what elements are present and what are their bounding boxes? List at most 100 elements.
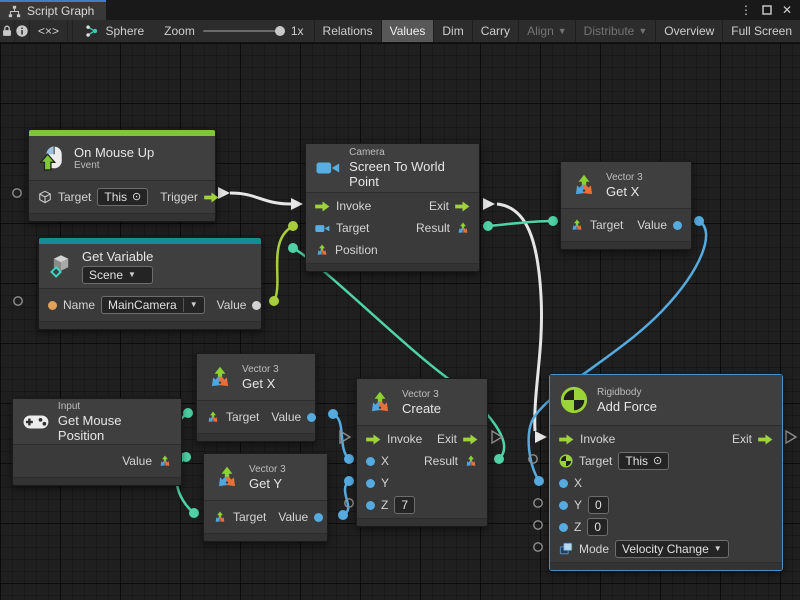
float-port-dot[interactable] [307, 413, 316, 422]
port-addforce-invoke-connector[interactable] [535, 431, 547, 443]
distribute-dropdown[interactable]: Distribute ▼ [575, 20, 656, 42]
float-port-dot[interactable] [314, 513, 323, 522]
dim-button[interactable]: Dim [433, 20, 471, 42]
lock-button[interactable] [0, 20, 15, 42]
wire-getx-to-create-x [333, 414, 349, 459]
align-dropdown[interactable]: Align ▼ [518, 20, 575, 42]
target-object-field[interactable]: This ⊙ [618, 452, 669, 470]
port-stwp-invoke-connector[interactable] [291, 198, 303, 210]
tab-script-graph[interactable]: Script Graph [0, 0, 106, 20]
port-getx-value-connector[interactable] [328, 409, 338, 419]
node-get-y[interactable]: Vector 3 Get Y Target Value [203, 453, 328, 542]
mode-port-label: Mode [579, 542, 609, 556]
port-gety-target-connector[interactable] [189, 508, 199, 518]
maximize-icon[interactable] [762, 5, 772, 15]
variable-scope-dropdown[interactable]: Scene ▼ [82, 266, 153, 284]
port-create-x-connector[interactable] [344, 454, 354, 464]
target-object-field[interactable]: This ⊙ [97, 188, 148, 206]
float-port-dot[interactable] [673, 221, 682, 230]
y-port-label: Y [381, 476, 389, 490]
y-port-label: Y [574, 498, 582, 512]
port-stwp-exit-connector[interactable] [483, 198, 495, 210]
port-getx-top-value-connector[interactable] [694, 216, 704, 226]
port-gety-value-connector[interactable] [338, 510, 348, 520]
invoke-port-label: Invoke [336, 199, 371, 213]
camera-port-icon [315, 223, 330, 234]
graph-selector[interactable]: Sphere [73, 20, 154, 42]
full-screen-button[interactable]: Full Screen [722, 20, 800, 42]
graph-canvas[interactable]: On Mouse Up Event Target This ⊙ Trigger [0, 43, 800, 600]
node-get-x-top[interactable]: Vector 3 Get X Target Value [560, 161, 692, 250]
port-addforce-exit-empty[interactable] [786, 431, 796, 443]
close-icon[interactable]: ✕ [782, 4, 792, 16]
z-value-field[interactable]: 0 [587, 518, 608, 536]
node-create[interactable]: Vector 3 Create Invoke Exit X Result [356, 378, 488, 527]
flow-arrow-icon [559, 434, 574, 445]
node-graph-icon [85, 24, 99, 38]
target-port-label: Target [233, 510, 266, 524]
float-port-dot[interactable] [559, 501, 568, 510]
values-button[interactable]: Values [381, 20, 434, 42]
port-addforce-y-empty[interactable] [534, 499, 542, 507]
node-get-variable[interactable]: Get Variable Scene ▼ Name MainCamera ▼ V… [38, 237, 262, 330]
string-port-dot[interactable] [48, 301, 57, 310]
graph-toolbar: <×> Sphere Zoom 1x Relations Values Dim … [0, 20, 800, 43]
unity-visual-scripting-window: Script Graph ⋮ ✕ <×> Sphere Zoom 1x [0, 0, 800, 600]
float-port-dot[interactable] [559, 479, 568, 488]
x-port-label: X [574, 476, 582, 490]
node-on-mouse-up[interactable]: On Mouse Up Event Target This ⊙ Trigger [28, 129, 216, 222]
node-get-x[interactable]: Vector 3 Get X Target Value [196, 353, 316, 442]
float-port-dot[interactable] [366, 457, 375, 466]
port-mouse-value-connector[interactable] [181, 452, 191, 462]
target-port-label: Target [579, 454, 612, 468]
port-stwp-result-connector[interactable] [483, 221, 493, 231]
float-port-dot[interactable] [366, 479, 375, 488]
overview-button[interactable]: Overview [655, 20, 722, 42]
value-port-label: Value [637, 218, 667, 232]
target-port-label: Target [336, 221, 369, 235]
zoom-group: Zoom 1x [154, 20, 313, 42]
float-port-dot[interactable] [559, 523, 568, 532]
flow-arrow-icon [315, 201, 330, 212]
position-port-label: Position [335, 243, 378, 257]
y-value-field[interactable]: 0 [588, 496, 609, 514]
target-port-label: Target [58, 190, 91, 204]
node-screen-to-world-point[interactable]: Camera Screen To World Point Invoke Exit… [305, 143, 480, 272]
object-port-dot[interactable] [252, 301, 261, 310]
node-get-mouse-position[interactable]: Input Get Mouse Position Value [12, 398, 182, 486]
port-getx-target-connector[interactable] [183, 408, 193, 418]
menu-icon[interactable]: ⋮ [740, 4, 752, 16]
port-onmouseup-target-empty[interactable] [13, 189, 21, 197]
port-addforce-mode-empty[interactable] [534, 543, 542, 551]
port-trigger-out-connector[interactable] [218, 187, 230, 199]
object-picker-icon[interactable]: ⊙ [653, 454, 662, 468]
relations-button[interactable]: Relations [314, 20, 381, 42]
port-stwp-target-connector[interactable] [288, 221, 298, 231]
port-create-y-connector[interactable] [344, 476, 354, 486]
z-value-field[interactable]: 7 [394, 496, 415, 514]
node-title: Get Y [249, 476, 286, 491]
wire-result-to-getx-top [488, 221, 553, 226]
flow-arrow-icon [463, 434, 478, 445]
float-port-dot[interactable] [366, 501, 375, 510]
object-picker-icon[interactable]: ⊙ [132, 190, 141, 204]
vector3-port-icon [315, 243, 329, 257]
port-addforce-x-connector[interactable] [534, 476, 544, 486]
port-getx-top-target-connector[interactable] [548, 216, 558, 226]
unity-variable-icon [49, 254, 73, 278]
carry-button[interactable]: Carry [472, 20, 518, 42]
variable-name-dropdown[interactable]: MainCamera ▼ [101, 296, 205, 314]
port-stwp-position-connector[interactable] [288, 243, 298, 253]
vector3-icon [367, 389, 393, 415]
zoom-slider[interactable] [203, 30, 283, 32]
code-view-button[interactable]: <×> [30, 20, 68, 42]
port-getvariable-name-empty[interactable] [14, 297, 22, 305]
node-add-force[interactable]: Rigidbody Add Force Invoke Exit Target T… [549, 374, 783, 571]
port-create-result-connector[interactable] [494, 454, 504, 464]
port-addforce-z-empty[interactable] [534, 521, 542, 529]
zoom-slider-knob[interactable] [275, 26, 285, 36]
port-variable-value-connector[interactable] [269, 296, 279, 306]
info-button[interactable] [15, 20, 30, 42]
mode-dropdown[interactable]: Velocity Change ▼ [615, 540, 729, 558]
value-port-label: Value [217, 298, 247, 312]
